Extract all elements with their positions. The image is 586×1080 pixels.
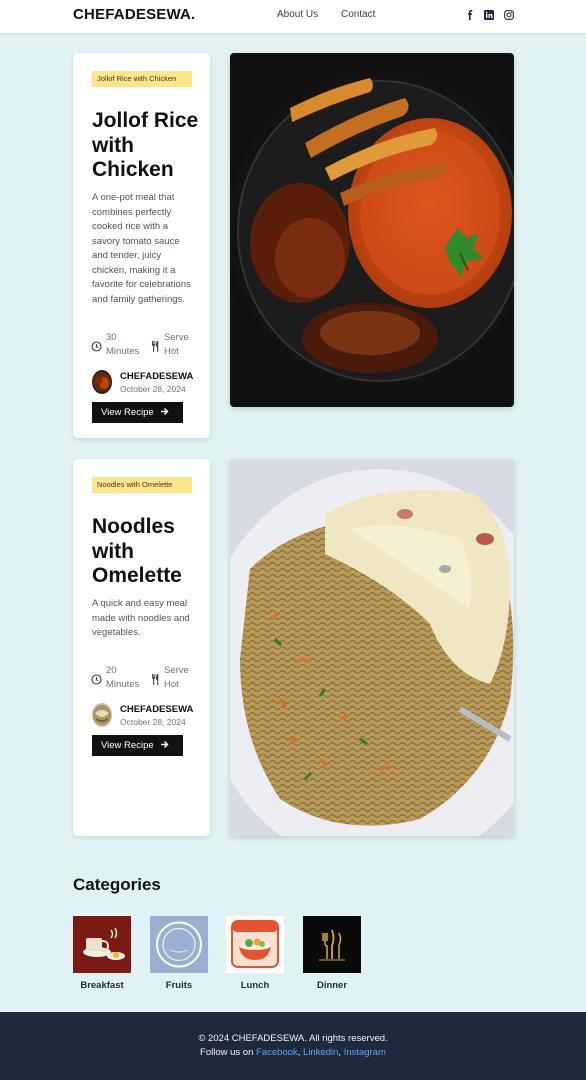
clock-icon — [91, 672, 103, 685]
utensils-icon — [151, 672, 163, 685]
category-label-dinner: Dinner — [316, 980, 348, 991]
recipe-title: Jollof Rice with Chicken — [92, 109, 199, 181]
category-label-fruits: Fruits — [165, 980, 193, 991]
follow-us-line: Follow us on Facebook, Linkedin, Instagr… — [0, 1047, 586, 1058]
cook-time: 20 Minutes — [106, 665, 140, 690]
recipe-image-jollof — [230, 53, 514, 407]
category-tag: Noodles with Omelette — [92, 477, 192, 493]
author-name: CHEFADESEWA — [120, 704, 194, 715]
copyright-text: © 2024 CHEFADESEWA. All rights reserved. — [198, 1033, 388, 1044]
arrow-right-icon — [160, 407, 169, 419]
view-recipe-button[interactable]: View Recipe — [92, 402, 183, 423]
site-header: CHEFADESEWA. About Us Contact — [0, 0, 586, 33]
plate-icon[interactable] — [150, 916, 208, 973]
category-tag: Jollof Rice with Chicken — [92, 71, 192, 87]
recipe-title: Noodles with Omelette — [92, 515, 182, 587]
linkedin-icon[interactable] — [483, 9, 495, 21]
site-footer: © 2024 CHEFADESEWA. All rights reserved.… — [0, 1012, 586, 1080]
footer-link-linkedin[interactable]: Linkedin — [303, 1047, 338, 1058]
breakfast-icon[interactable] — [73, 916, 131, 973]
nav-about-us[interactable]: About Us — [277, 9, 318, 20]
arrow-right-icon — [160, 740, 169, 752]
recipe-description: A quick and easy meal made with noodles … — [92, 598, 190, 638]
nav-contact[interactable]: Contact — [341, 9, 375, 20]
category-label-breakfast: Breakfast — [80, 980, 124, 991]
post-date: October 28, 2024 — [120, 384, 186, 394]
recipe-description: A one-pot meal that combines perfectly c… — [92, 192, 191, 305]
recipe-card: Noodles with Omelette Noodles with Omele… — [73, 459, 210, 836]
instagram-icon[interactable] — [503, 9, 515, 21]
footer-link-facebook[interactable]: Facebook — [256, 1047, 298, 1058]
avatar — [92, 370, 112, 394]
category-label-lunch: Lunch — [240, 980, 270, 991]
recipe-image-noodles — [230, 459, 514, 836]
recipe-card: Jollof Rice with Chicken Jollof Rice wit… — [73, 53, 210, 438]
clock-icon — [91, 339, 103, 352]
footer-link-instagram[interactable]: Instagram — [344, 1047, 386, 1058]
cook-time: 30 Minutes — [106, 332, 140, 357]
author-name: CHEFADESEWA — [120, 371, 194, 382]
facebook-icon[interactable] — [464, 9, 476, 21]
serve-info: Serve Hot — [164, 332, 189, 357]
follow-prefix: Follow us on — [200, 1047, 257, 1058]
post-date: October 28, 2024 — [120, 717, 186, 727]
view-recipe-button[interactable]: View Recipe — [92, 735, 183, 756]
button-label: View Recipe — [101, 740, 154, 751]
categories-heading: Categories — [73, 875, 161, 894]
lunch-bowl-icon[interactable] — [226, 916, 284, 973]
serve-info: Serve Hot — [164, 665, 189, 690]
dinner-cutlery-icon[interactable] — [303, 916, 361, 973]
button-label: View Recipe — [101, 407, 154, 418]
avatar — [92, 703, 112, 727]
utensils-icon — [151, 339, 163, 352]
brand-logo[interactable]: CHEFADESEWA. — [73, 6, 195, 23]
